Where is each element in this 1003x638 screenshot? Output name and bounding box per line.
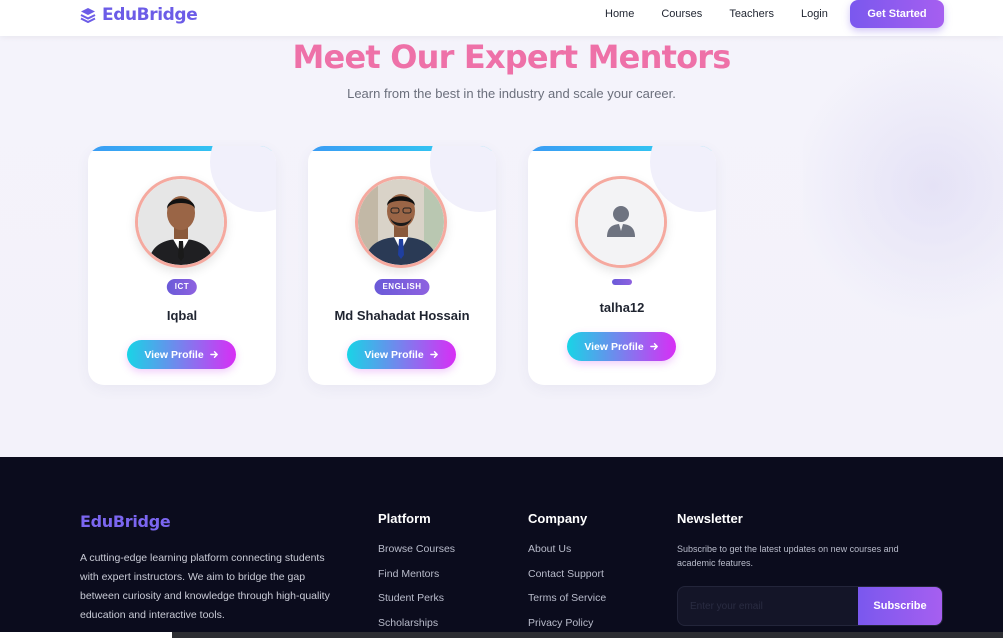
footer-link-scholarships[interactable]: Scholarships xyxy=(378,617,455,632)
section-subtitle: Learn from the best in the industry and … xyxy=(347,86,676,101)
nav-link-teachers[interactable]: Teachers xyxy=(729,8,774,20)
mentor-photo xyxy=(138,179,224,265)
layers-icon xyxy=(80,8,96,23)
arrow-right-icon xyxy=(649,343,658,350)
mentor-name: Md Shahadat Hossain xyxy=(334,308,470,323)
footer-platform-column: Platform Browse Courses Find Mentors Stu… xyxy=(378,511,455,638)
nav-link-home[interactable]: Home xyxy=(605,8,634,20)
subject-badge: ICT xyxy=(166,279,198,295)
footer-column-title: Company xyxy=(528,511,588,526)
avatar xyxy=(575,176,667,268)
navbar: EduBridge Home Courses Teachers Login Ge… xyxy=(0,0,1003,36)
mentor-card: ICT Iqbal View Profile xyxy=(88,146,276,385)
footer-link-find-mentors[interactable]: Find Mentors xyxy=(378,568,455,583)
arrow-right-icon xyxy=(429,351,438,358)
footer-brand[interactable]: EduBridge xyxy=(80,512,171,531)
footer-link-contact-support[interactable]: Contact Support xyxy=(528,568,606,583)
mentor-name: Iqbal xyxy=(166,308,198,323)
view-profile-label: View Profile xyxy=(364,348,424,361)
footer: EduBridge A cutting-edge learning platfo… xyxy=(0,457,1003,638)
footer-link-terms[interactable]: Terms of Service xyxy=(528,592,606,607)
brand-logo[interactable]: EduBridge xyxy=(80,4,198,26)
view-profile-button[interactable]: View Profile xyxy=(567,332,676,361)
view-profile-button[interactable]: View Profile xyxy=(347,340,456,369)
mentor-photo xyxy=(358,179,444,265)
avatar xyxy=(135,176,227,268)
footer-column-title: Newsletter xyxy=(677,511,743,526)
mentor-card: talha12 View Profile xyxy=(528,146,716,385)
view-profile-label: View Profile xyxy=(584,340,644,353)
footer-link-student-perks[interactable]: Student Perks xyxy=(378,592,455,607)
email-field[interactable] xyxy=(678,587,860,625)
footer-company-column: Company About Us Contact Support Terms o… xyxy=(528,511,606,638)
background-blob xyxy=(803,36,1003,336)
brand-name: EduBridge xyxy=(102,5,198,25)
user-placeholder-icon xyxy=(578,179,664,265)
arrow-right-icon xyxy=(209,351,218,358)
mentor-card: ENGLISH Md Shahadat Hossain View Profile xyxy=(308,146,496,385)
subject-badge: ENGLISH xyxy=(374,279,430,295)
avatar xyxy=(355,176,447,268)
footer-newsletter-column: Newsletter xyxy=(677,511,743,543)
get-started-button[interactable]: Get Started xyxy=(850,0,944,28)
nav-link-login[interactable]: Login xyxy=(801,8,828,20)
nav-link-courses[interactable]: Courses xyxy=(661,8,702,20)
mentors-section: Meet Our Expert Mentors Learn from the b… xyxy=(0,36,1003,457)
bottom-strip-left xyxy=(0,632,172,638)
footer-link-privacy[interactable]: Privacy Policy xyxy=(528,617,606,632)
mentor-name: talha12 xyxy=(599,300,645,315)
newsletter-form: Subscribe xyxy=(677,586,943,626)
footer-link-browse-courses[interactable]: Browse Courses xyxy=(378,543,455,558)
section-title: Meet Our Expert Mentors xyxy=(292,38,732,76)
footer-link-about-us[interactable]: About Us xyxy=(528,543,606,558)
footer-column-title: Platform xyxy=(378,511,431,526)
nav-links: Home Courses Teachers Login xyxy=(605,8,855,20)
newsletter-description: Subscribe to get the latest updates on n… xyxy=(677,544,899,568)
view-profile-button[interactable]: View Profile xyxy=(127,340,236,369)
footer-description: A cutting-edge learning platform connect… xyxy=(80,552,330,621)
subject-badge xyxy=(612,279,632,285)
view-profile-label: View Profile xyxy=(144,348,204,361)
subscribe-button[interactable]: Subscribe xyxy=(858,587,942,625)
